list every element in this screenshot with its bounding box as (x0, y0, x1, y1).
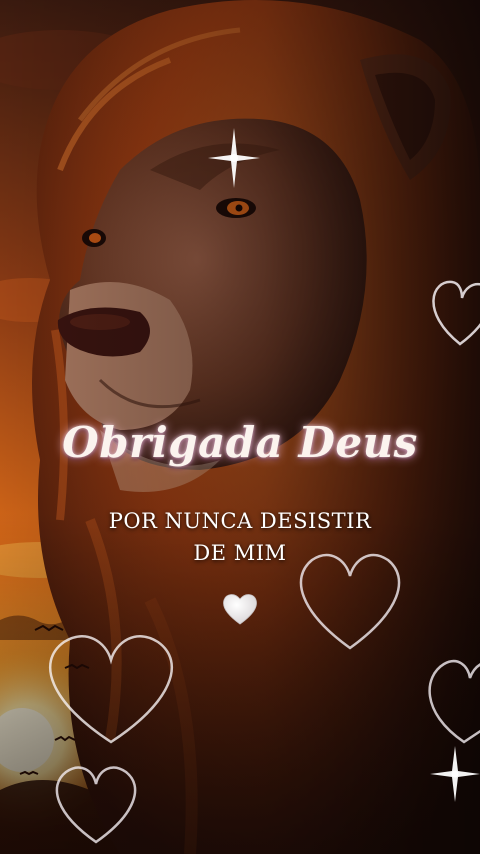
sparkle-icon (208, 128, 260, 188)
heart-outline-icon (55, 766, 137, 844)
title-text: Obrigada Deus (62, 418, 418, 467)
subtitle-line-2: DE MIM (193, 541, 287, 565)
subtitle-text: POR NUNCA DESISTIR DE MIM (0, 505, 480, 569)
white-heart-icon (223, 594, 257, 625)
heart-outline-icon (428, 659, 480, 744)
heart-outline-icon (48, 635, 174, 744)
sparkle-icon (430, 746, 480, 802)
subtitle-line-1: POR NUNCA DESISTIR (108, 509, 372, 533)
heart-outline-icon (432, 280, 480, 346)
